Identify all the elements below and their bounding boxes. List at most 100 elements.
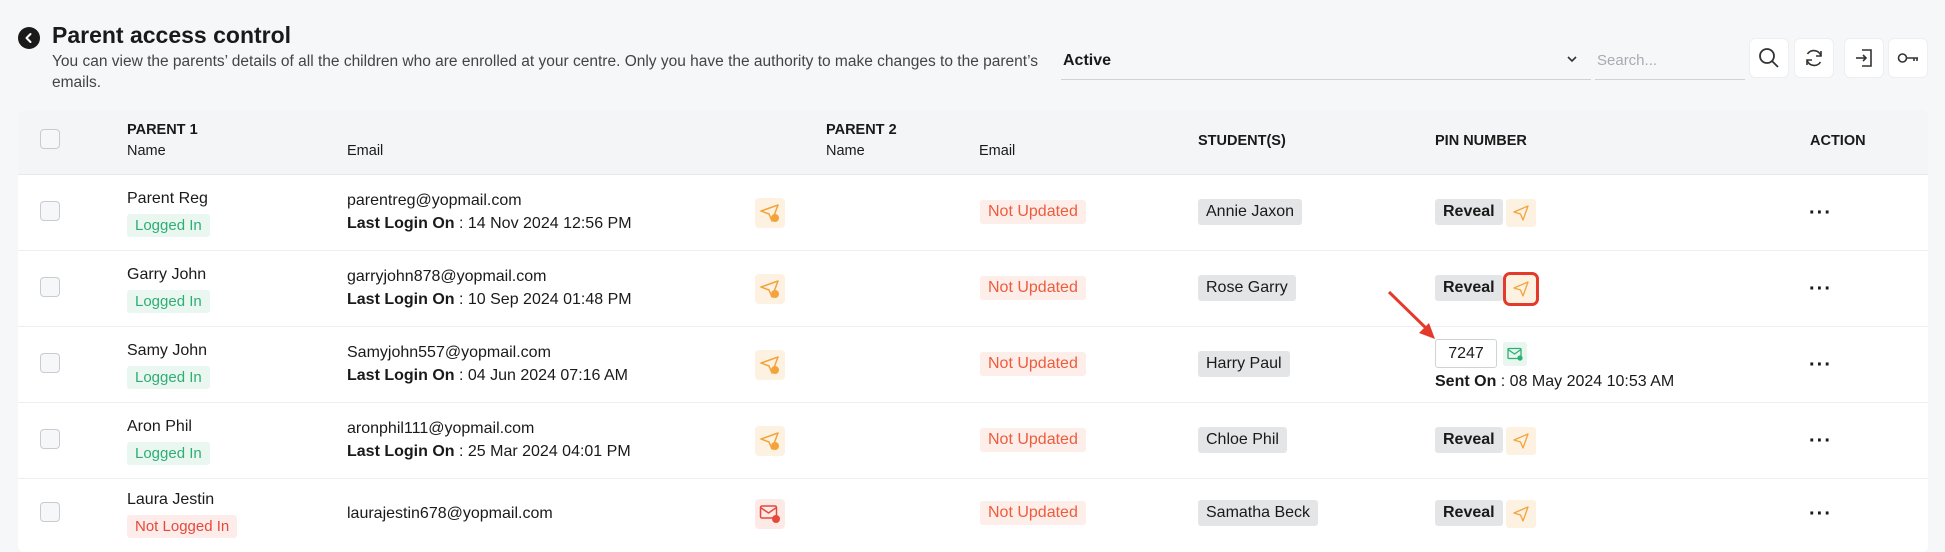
student-chip: Harry Paul (1198, 351, 1290, 377)
login-icon (1856, 49, 1872, 67)
pin-sent-indicator[interactable] (1503, 342, 1527, 366)
send-icon (1513, 205, 1529, 221)
last-login-value: : 14 Nov 2024 12:56 PM (454, 215, 632, 232)
parents-table: PARENT 1 Name Email PARENT 2 Name Email … (18, 110, 1928, 552)
table-row: Garry John Logged In garryjohn878@yopmai… (18, 251, 1928, 327)
status-filter-select[interactable]: Active (1061, 42, 1591, 80)
reveal-pin-button[interactable]: Reveal (1435, 275, 1503, 301)
status-filter-value: Active (1063, 51, 1112, 69)
row-actions-menu[interactable]: ··· (1809, 431, 1832, 451)
student-chip: Samatha Beck (1198, 500, 1319, 526)
parent2-email-header: Email (979, 143, 1016, 159)
parent-name: Aron Phil (127, 418, 192, 435)
login-status-badge: Not Logged In (127, 515, 238, 538)
parent-name: Samy John (127, 342, 208, 359)
last-login-label: Last Login On (347, 367, 455, 384)
parent-name: Laura Jestin (127, 491, 215, 508)
highlight-annotation (1503, 272, 1539, 306)
row-actions-menu[interactable]: ··· (1809, 355, 1832, 375)
parent2-email-status: Not Updated (980, 200, 1086, 224)
search-icon (1759, 48, 1779, 68)
parent1-name-header: Name (127, 143, 166, 159)
pin-number-header: PIN NUMBER (1435, 133, 1527, 149)
send-clock-icon (760, 280, 779, 298)
login-status-badge: Logged In (127, 442, 210, 465)
parent2-header: PARENT 2 (826, 122, 897, 138)
refresh-icon (1806, 49, 1822, 67)
back-button[interactable] (18, 27, 40, 49)
table-row: Parent Reg Logged In parentreg@yopmail.c… (18, 175, 1928, 251)
parent2-email-status: Not Updated (980, 428, 1086, 452)
send-clock-icon (760, 356, 779, 374)
parent-email: parentreg@yopmail.com (347, 192, 522, 209)
row-actions-menu[interactable]: ··· (1809, 504, 1832, 524)
parent-name: Garry John (127, 266, 207, 283)
login-button[interactable] (1844, 38, 1884, 78)
page-title: Parent access control (52, 22, 292, 48)
page-description: You can view the parents’ details of all… (52, 53, 1038, 91)
send-email-button[interactable] (755, 274, 785, 304)
send-clock-icon (760, 204, 779, 222)
send-pin-button[interactable] (1506, 500, 1536, 528)
reveal-pin-button[interactable]: Reveal (1435, 427, 1503, 453)
parent2-email-status: Not Updated (980, 352, 1086, 376)
table-row: Samy John Logged In Samyjohn557@yopmail.… (18, 327, 1928, 403)
key-button[interactable] (1888, 38, 1928, 78)
search-input[interactable] (1595, 42, 1745, 79)
page-header: Parent access control You can view the p… (18, 22, 1928, 97)
reveal-pin-button[interactable]: Reveal (1435, 199, 1503, 225)
row-actions-menu[interactable]: ··· (1809, 203, 1832, 223)
annotation-arrow (1387, 290, 1435, 339)
table-header: PARENT 1 Name Email PARENT 2 Name Email … (18, 110, 1928, 175)
row-checkbox[interactable] (40, 277, 60, 297)
refresh-button[interactable] (1794, 38, 1834, 78)
send-icon (1513, 506, 1529, 522)
parent2-name-header: Name (826, 143, 865, 159)
login-status-badge: Logged In (127, 290, 210, 313)
mail-check-icon (1507, 347, 1523, 361)
student-chip: Chloe Phil (1198, 427, 1287, 453)
back-arrow-icon (25, 33, 32, 43)
parent-email: garryjohn878@yopmail.com (347, 268, 547, 285)
email-error-button[interactable] (755, 499, 785, 529)
send-pin-button[interactable] (1506, 427, 1536, 455)
send-email-button[interactable] (755, 426, 785, 456)
row-checkbox[interactable] (40, 429, 60, 449)
parent-email: aronphil111@yopmail.com (347, 420, 535, 437)
last-login-info: Last Login On : 14 Nov 2024 12:56 PM (347, 215, 632, 233)
last-login-label: Last Login On (347, 443, 455, 460)
last-login-info: Last Login On : 25 Mar 2024 04:01 PM (347, 443, 631, 461)
parent-name: Parent Reg (127, 190, 208, 207)
action-header: ACTION (1810, 133, 1866, 149)
pin-sent-info: Sent On : 08 May 2024 10:53 AM (1435, 373, 1674, 391)
search-button[interactable] (1749, 38, 1789, 78)
mail-error-icon (759, 505, 780, 523)
login-status-badge: Logged In (127, 366, 210, 389)
row-checkbox[interactable] (40, 353, 60, 373)
pin-number-value: 7247 (1435, 339, 1497, 368)
last-login-value: : 04 Jun 2024 07:16 AM (454, 367, 629, 384)
parent-email: Samyjohn557@yopmail.com (347, 344, 551, 361)
reveal-pin-button[interactable]: Reveal (1435, 500, 1503, 526)
last-login-info: Last Login On : 10 Sep 2024 01:48 PM (347, 291, 632, 309)
chevron-down-icon (1567, 56, 1577, 63)
last-login-value: : 25 Mar 2024 04:01 PM (454, 443, 631, 460)
row-checkbox[interactable] (40, 201, 60, 221)
key-icon (1897, 53, 1918, 63)
row-actions-menu[interactable]: ··· (1809, 279, 1832, 299)
student-chip: Annie Jaxon (1198, 199, 1303, 225)
select-all-checkbox[interactable] (40, 129, 60, 149)
parent1-header: PARENT 1 (127, 122, 198, 138)
parent1-email-header: Email (347, 143, 384, 159)
last-login-info: Last Login On : 04 Jun 2024 07:16 AM (347, 367, 628, 385)
student-chip: Rose Garry (1198, 275, 1296, 301)
search-field[interactable] (1595, 42, 1745, 80)
send-icon (1513, 433, 1529, 449)
last-login-label: Last Login On (347, 291, 455, 308)
send-pin-button[interactable] (1506, 199, 1536, 227)
row-checkbox[interactable] (40, 502, 60, 522)
table-row: Laura Jestin Not Logged In laurajestin67… (18, 479, 1928, 552)
send-email-button[interactable] (755, 350, 785, 380)
send-email-button[interactable] (755, 198, 785, 228)
parent2-email-status: Not Updated (980, 276, 1086, 300)
